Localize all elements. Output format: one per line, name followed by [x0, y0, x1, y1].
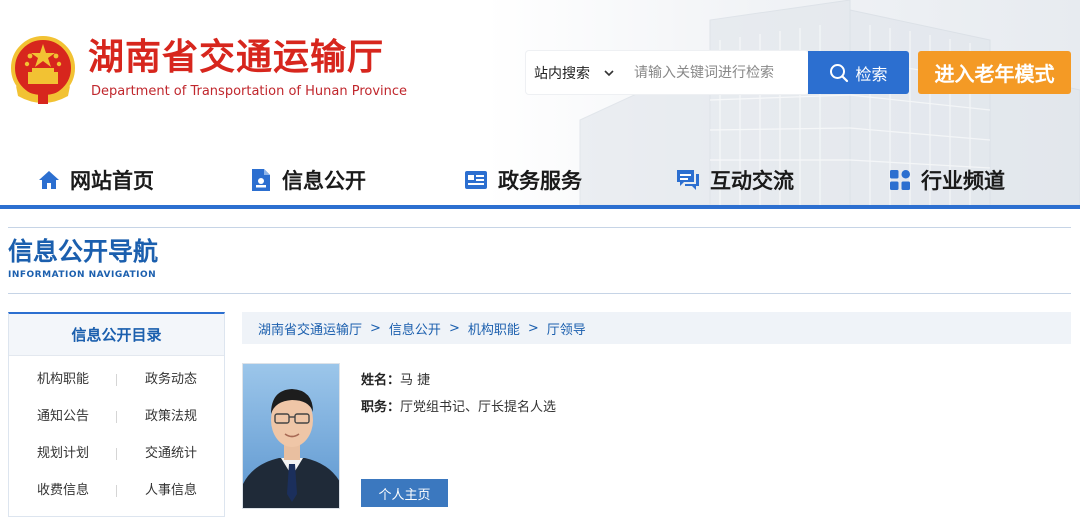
profile-role-row: 职务：厅党组书记、厅长提名人选 — [361, 396, 556, 415]
breadcrumb-separator: > — [448, 320, 460, 336]
sidebar-link[interactable]: 交通统计 — [145, 440, 197, 467]
sidebar-row: 机构职能 政务动态 — [9, 366, 224, 403]
sidebar-row: 规划计划 交通统计 — [9, 440, 224, 477]
search-box: 站内搜索 — [526, 51, 808, 94]
sidebar-heading: 信息公开目录 — [9, 314, 224, 356]
breadcrumb-link[interactable]: 湖南省交通运输厅 — [258, 319, 362, 338]
nav-item-label: 信息公开 — [282, 169, 366, 193]
home-icon — [39, 171, 59, 189]
link-separator — [116, 448, 117, 460]
search-button[interactable]: 检索 — [808, 51, 909, 94]
nav-item-label: 行业频道 — [921, 169, 1005, 193]
section-subtitle: INFORMATION NAVIGATION — [8, 270, 157, 280]
main-nav: 网站首页 信息公开 政务服务 互动交流 行业频道 — [0, 160, 1080, 200]
sidebar-row: 收费信息 人事信息 — [9, 477, 224, 514]
sidebar-row: 通知公告 政策法规 — [9, 403, 224, 440]
sidebar-link[interactable]: 通知公告 — [37, 403, 89, 430]
nav-item-gov-service[interactable]: 政务服务 — [464, 160, 582, 200]
search-scope-select[interactable]: 站内搜索 — [526, 51, 622, 94]
site-title-english: Department of Transportation of Hunan Pr… — [91, 84, 408, 99]
name-label: 姓名： — [361, 373, 401, 388]
search-button-label: 检索 — [855, 64, 888, 84]
nav-item-label: 网站首页 — [70, 169, 154, 193]
breadcrumb-link[interactable]: 信息公开 — [389, 319, 441, 338]
breadcrumb: 湖南省交通运输厅 > 信息公开 > 机构职能 > 厅领导 — [242, 312, 1071, 344]
role-label: 职务： — [361, 400, 401, 415]
breadcrumb-separator: > — [527, 320, 539, 336]
link-separator — [116, 374, 117, 386]
nav-item-label: 互动交流 — [710, 169, 794, 193]
sidebar-link[interactable]: 收费信息 — [37, 477, 89, 504]
search-icon — [830, 63, 849, 82]
nav-item-industry[interactable]: 行业频道 — [889, 160, 1005, 200]
card-icon — [465, 171, 487, 189]
nav-divider — [0, 205, 1080, 209]
link-separator — [116, 485, 117, 497]
site-header: 湖南省交通运输厅 Department of Transportation of… — [0, 0, 1080, 205]
profile-role: 厅党组书记、厅长提名人选 — [400, 400, 557, 415]
nav-item-info-public[interactable]: 信息公开 — [250, 160, 366, 200]
sidebar-links: 机构职能 政务动态 通知公告 政策法规 规划计划 交通统计 收费信息 人事信息 — [9, 366, 224, 514]
link-separator — [116, 411, 117, 423]
chat-icon — [677, 170, 699, 190]
section-divider-top — [8, 227, 1071, 228]
breadcrumb-link[interactable]: 机构职能 — [468, 319, 520, 338]
section-divider-bottom — [8, 293, 1071, 294]
breadcrumb-separator: > — [370, 320, 381, 336]
national-emblem-icon — [11, 36, 75, 104]
section-title: 信息公开导航 — [8, 237, 159, 266]
breadcrumb-link[interactable]: 厅领导 — [547, 319, 586, 338]
sidebar-link[interactable]: 政务动态 — [145, 366, 197, 393]
sidebar-link[interactable]: 规划计划 — [37, 440, 89, 467]
nav-item-label: 政务服务 — [498, 169, 582, 193]
personal-homepage-button[interactable]: 个人主页 — [361, 479, 448, 507]
site-title: 湖南省交通运输厅 — [88, 37, 385, 78]
grid-icon — [890, 170, 910, 190]
elder-mode-button[interactable]: 进入老年模式 — [918, 51, 1071, 94]
sidebar-link[interactable]: 人事信息 — [145, 477, 197, 504]
search-scope-label: 站内搜索 — [534, 65, 590, 82]
profile-name: 马 捷 — [400, 373, 431, 388]
search-input[interactable] — [622, 51, 808, 94]
document-icon — [252, 169, 270, 191]
chevron-down-icon — [604, 66, 614, 80]
sidebar-link[interactable]: 机构职能 — [37, 366, 89, 393]
sidebar: 信息公开目录 机构职能 政务动态 通知公告 政策法规 规划计划 交通统计 收费信… — [8, 312, 225, 517]
profile-name-row: 姓名：马 捷 — [361, 369, 430, 388]
nav-item-interaction[interactable]: 互动交流 — [676, 160, 794, 200]
profile-photo — [242, 363, 340, 509]
nav-item-home[interactable]: 网站首页 — [38, 160, 154, 200]
sidebar-link[interactable]: 政策法规 — [145, 403, 197, 430]
